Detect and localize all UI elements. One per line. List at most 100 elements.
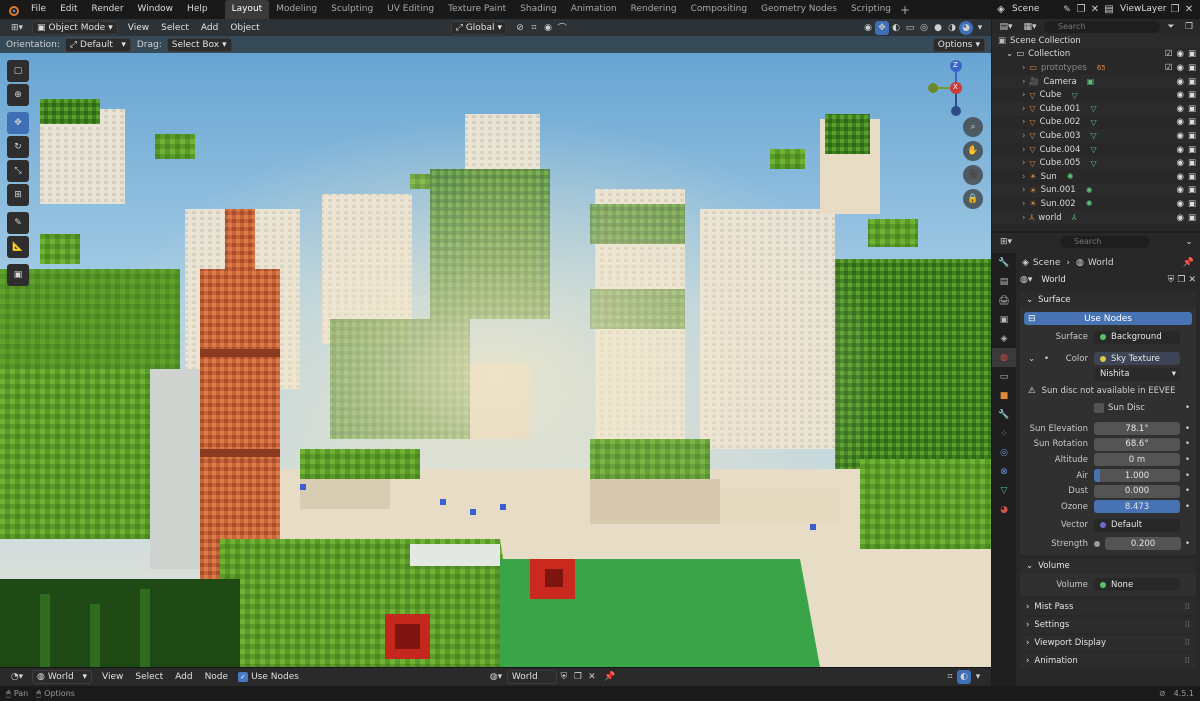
tab-compositing[interactable]: Compositing <box>684 0 754 19</box>
sky-field-value[interactable]: 0 m <box>1094 453 1180 467</box>
sun-disc-checkbox[interactable] <box>1094 403 1104 414</box>
expand-icon[interactable]: › <box>1022 131 1025 141</box>
overlay-icon[interactable]: ◐ <box>957 670 971 684</box>
menu-file[interactable]: File <box>24 0 53 19</box>
eye-icon[interactable]: ◉ <box>1177 199 1184 209</box>
color-expand-icon[interactable]: ⌄ <box>1028 354 1035 364</box>
scene-selector[interactable]: Scene <box>1008 0 1060 19</box>
color-input-field[interactable]: Sky Texture <box>1094 352 1180 366</box>
eye-icon[interactable]: ◉ <box>1177 90 1184 100</box>
view-layer-selector[interactable]: ViewLayer <box>1116 0 1168 19</box>
outliner-item[interactable]: › ▽ Cube.002 ▽ ◉ ▣ <box>992 116 1200 130</box>
visibility-icon[interactable]: ◉ <box>861 21 875 35</box>
outliner-item[interactable]: › ▽ Cube.003 ▽ ◉ ▣ <box>992 129 1200 143</box>
sky-field-value[interactable]: 8.473 <box>1094 500 1180 514</box>
new-collection-icon[interactable]: ❐ <box>1182 20 1196 34</box>
camera-render-icon[interactable]: ▣ <box>1188 145 1196 155</box>
falloff-icon[interactable]: ⌒ <box>555 21 569 35</box>
sky-field-value[interactable]: 68.6° <box>1094 437 1180 451</box>
keyframe-dot-icon[interactable]: • <box>1185 471 1190 481</box>
overlay-icon[interactable]: ◐ <box>889 21 903 35</box>
outliner-item[interactable]: › ☀ Sun ✺ ◉ ▣ <box>992 170 1200 184</box>
duplicate-icon[interactable]: ❐ <box>1177 275 1185 285</box>
camera-render-icon[interactable]: ▣ <box>1188 185 1196 195</box>
expand-icon[interactable]: › <box>1022 77 1025 87</box>
expand-icon[interactable]: › <box>1022 90 1025 100</box>
eye-icon[interactable]: ◉ <box>1177 131 1184 141</box>
pin-icon[interactable]: ✎ <box>1060 3 1074 17</box>
new-scene-icon[interactable]: ❐ <box>1074 3 1088 17</box>
blender-logo-icon[interactable] <box>6 3 20 17</box>
collapsed-panel-header[interactable]: › Settings ⁞⁞ <box>1020 617 1196 634</box>
tab-texture-paint[interactable]: Texture Paint <box>441 0 513 19</box>
world-browse-icon[interactable]: ◍▾ <box>1020 275 1032 285</box>
outliner-item[interactable]: › ☀ Sun.001 ✺ ◉ ▣ <box>992 183 1200 198</box>
tab-scripting[interactable]: Scripting <box>844 0 898 19</box>
annotate-tool[interactable]: ✎ <box>7 212 29 234</box>
outliner-scene-collection[interactable]: ▣ Scene Collection <box>992 34 1200 48</box>
zoom-icon[interactable]: ⌕ <box>963 117 983 137</box>
filter-icon[interactable]: ⏷ <box>1164 20 1178 34</box>
shader-type-dropdown[interactable]: ◍ World ▾ <box>32 670 92 684</box>
fake-user-icon[interactable]: ⛨ <box>557 670 571 684</box>
camera-render-icon[interactable]: ▣ <box>1188 172 1196 182</box>
scene-tab-icon[interactable]: ◈ <box>992 329 1016 348</box>
outliner-item[interactable]: › ▽ Cube.005 ▽ ◉ ▣ <box>992 156 1200 170</box>
outliner-search-input[interactable]: Search <box>1044 20 1160 33</box>
keyframe-dot-icon[interactable]: • <box>1185 486 1190 496</box>
rendered-shading-icon[interactable]: ◕ <box>959 20 973 35</box>
drag-handle-icon[interactable]: ⁞⁞ <box>1185 620 1190 630</box>
drag-handle-icon[interactable]: ⁞⁞ <box>1185 656 1190 666</box>
unlink-icon[interactable]: ✕ <box>1188 275 1196 285</box>
eye-icon[interactable]: ◉ <box>1177 49 1184 59</box>
collapsed-panel-header[interactable]: › Viewport Display ⁞⁞ <box>1020 635 1196 652</box>
camera-render-icon[interactable]: ▣ <box>1188 213 1196 223</box>
new-view-layer-icon[interactable]: ❐ <box>1168 3 1182 17</box>
use-nodes-checkbox[interactable]: ✓ <box>238 672 249 682</box>
eye-icon[interactable]: ◉ <box>1177 172 1184 182</box>
render-tab-icon[interactable]: ▤ <box>992 272 1016 291</box>
delete-view-layer-icon[interactable]: ✕ <box>1182 3 1196 17</box>
collection-tab-icon[interactable]: ▭ <box>992 367 1016 386</box>
menu-select[interactable]: Select <box>155 23 195 33</box>
keyframe-dot-icon[interactable]: • <box>1185 539 1190 549</box>
output-tab-icon[interactable]: 🖨 <box>992 291 1016 310</box>
keyframe-dot-icon[interactable]: • <box>1185 455 1190 465</box>
collapsed-panel-header[interactable]: › Animation ⁞⁞ <box>1020 653 1196 670</box>
modifier-tab-icon[interactable]: 🔧 <box>992 405 1016 424</box>
navigation-gizmo[interactable]: Z X <box>922 58 988 120</box>
fake-user-icon[interactable]: ⛨ <box>1168 275 1175 285</box>
keyframe-dot-icon[interactable]: • <box>1185 439 1190 449</box>
tab-sculpting[interactable]: Sculpting <box>324 0 380 19</box>
expand-icon[interactable]: › <box>1022 117 1025 127</box>
snap-icon[interactable]: ⌗ <box>943 670 957 684</box>
volume-panel-header[interactable]: ⌄ Volume <box>1020 557 1196 574</box>
menu-render[interactable]: Render <box>85 0 131 19</box>
keyframe-dot-icon[interactable]: • <box>1185 403 1190 413</box>
outliner-item[interactable]: › ▽ Cube ▽ ◉ ▣ <box>992 88 1200 102</box>
snap-icon[interactable]: ⌗ <box>527 21 541 35</box>
expand-icon[interactable]: › <box>1022 172 1025 182</box>
mode-dropdown[interactable]: ▣ Object Mode ▾ <box>32 20 118 35</box>
sky-field-value[interactable]: 0.000 <box>1094 484 1180 498</box>
eye-icon[interactable]: ◉ <box>1177 213 1184 223</box>
expand-icon[interactable]: › <box>1022 213 1025 223</box>
checkbox-icon[interactable]: ☑ <box>1165 63 1173 73</box>
shading-options-icon[interactable]: ▾ <box>973 21 987 35</box>
sky-field-value[interactable]: 78.1° <box>1094 422 1180 436</box>
vector-field[interactable]: Default <box>1094 518 1180 532</box>
world-tab-icon[interactable]: ◍ <box>992 348 1016 367</box>
outliner-item[interactable]: › ▽ Cube.004 ▽ ◉ ▣ <box>992 143 1200 157</box>
move-tool[interactable]: ✥ <box>7 112 29 134</box>
camera-render-icon[interactable]: ▣ <box>1188 131 1196 141</box>
surface-shader-field[interactable]: Background <box>1094 330 1180 344</box>
camera-render-icon[interactable]: ▣ <box>1188 104 1196 114</box>
eye-icon[interactable]: ◉ <box>1177 185 1184 195</box>
eye-icon[interactable]: ◉ <box>1177 63 1184 73</box>
expand-icon[interactable]: › <box>1022 145 1025 155</box>
select-box-tool[interactable]: ▢ <box>7 60 29 82</box>
tab-rendering[interactable]: Rendering <box>624 0 684 19</box>
lock-icon[interactable]: 🔒 <box>963 189 983 209</box>
physics-tab-icon[interactable]: ◎ <box>992 443 1016 462</box>
outliner-item[interactable]: › ☀ Sun.002 ✺ ◉ ▣ <box>992 197 1200 211</box>
